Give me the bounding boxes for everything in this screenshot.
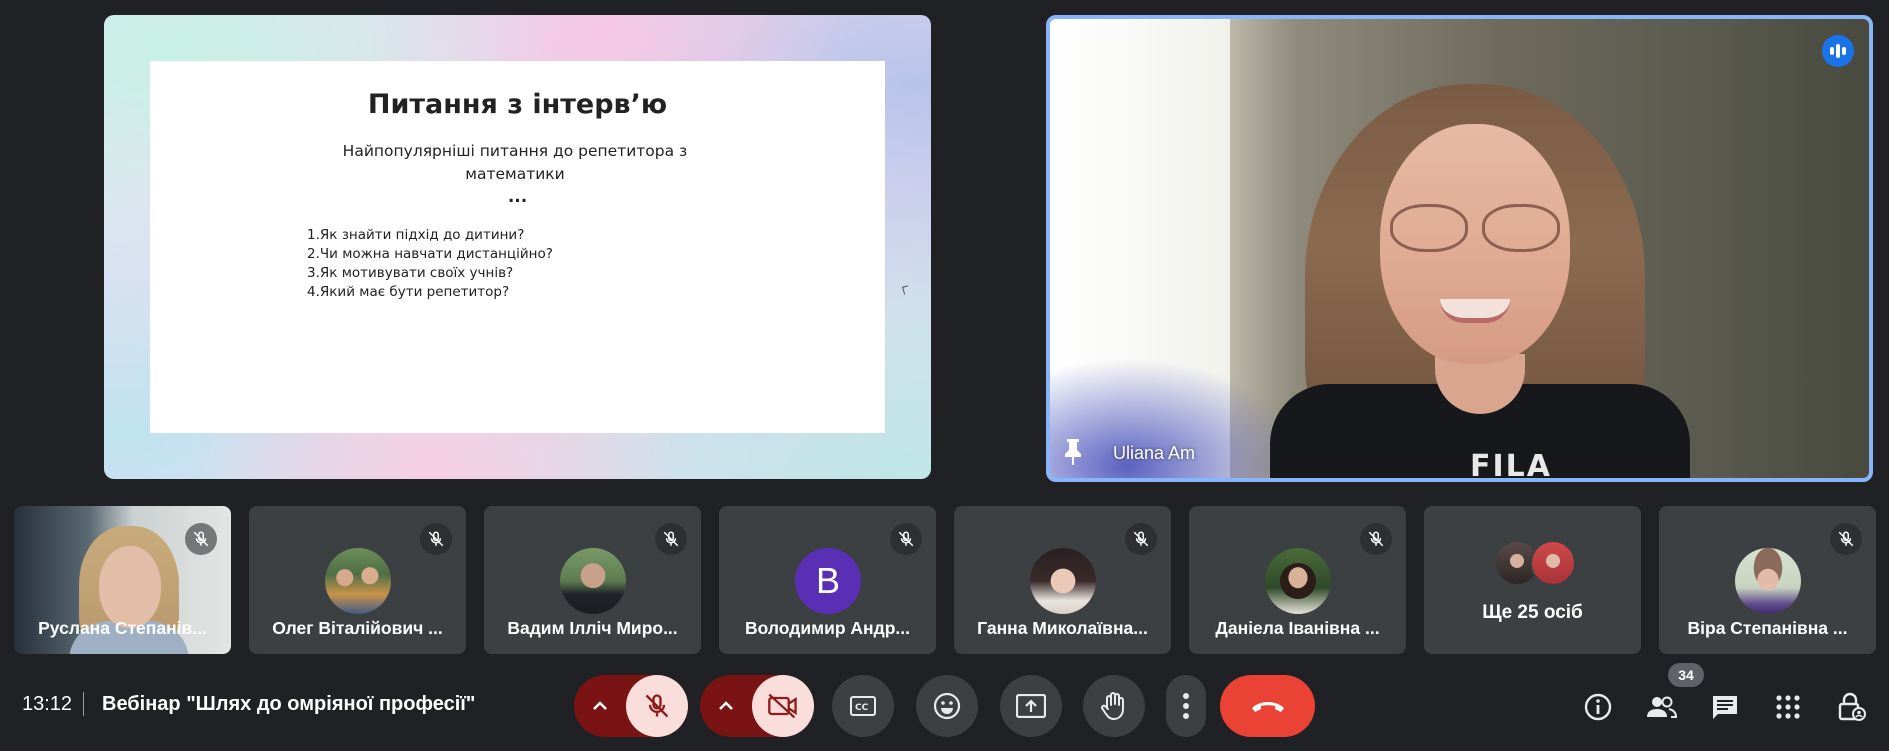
participant-avatar: [1265, 548, 1331, 614]
participant-name: Віра Степанівна ...: [1687, 618, 1848, 638]
participant-tile[interactable]: Віра Степанівна ...: [1659, 506, 1876, 654]
participant-tile[interactable]: Вадим Ілліч Миро...: [484, 506, 701, 654]
people-icon: [1647, 696, 1677, 718]
camera-toggle-button[interactable]: [752, 675, 814, 737]
speaker-video-tile[interactable]: FILA: [1046, 15, 1873, 482]
chat-button[interactable]: [1708, 690, 1742, 724]
mic-off-icon: [420, 523, 452, 555]
slide-question-item: 1.Як знайти підхід до дитини?: [307, 227, 525, 243]
people-count-badge: 34: [1668, 663, 1704, 687]
leave-call-button[interactable]: [1220, 675, 1315, 737]
captions-button[interactable]: CC: [832, 675, 894, 737]
participant-tile[interactable]: Даніела Іванівна ...: [1189, 506, 1406, 654]
audio-settings-button[interactable]: [574, 675, 626, 737]
participant-name: Ганна Миколаївна...: [977, 618, 1148, 638]
slide-ellipsis: ...: [507, 187, 528, 207]
camera-control-group: [700, 675, 814, 737]
speaker-video: [1270, 84, 1690, 478]
participant-tile[interactable]: Руслана Степанів...: [14, 506, 231, 654]
meeting-title: Вебінар "Шлях до омріяної професії": [102, 693, 476, 715]
mic-off-icon: [1125, 523, 1157, 555]
more-participants-avatars: [1494, 540, 1580, 586]
participant-name: Даніела Іванівна ...: [1215, 618, 1380, 638]
mic-off-icon: [1830, 523, 1862, 555]
mic-off-icon: [655, 523, 687, 555]
svg-text:CC: CC: [855, 703, 869, 713]
chevron-up-icon: [719, 701, 733, 710]
meeting-clock: 13:12: [22, 693, 73, 715]
shirt-logo: FILA: [1470, 449, 1552, 482]
apps-grid-icon: [1776, 695, 1800, 719]
captions-icon: CC: [850, 696, 876, 716]
chat-icon: [1713, 696, 1737, 719]
presentation-tile[interactable]: Питання з інтерв’ю Найпопулярніші питанн…: [104, 15, 931, 479]
present-screen-button[interactable]: [1000, 675, 1062, 737]
slide-question-item: 2.Чи можна навчати дистанційно?: [307, 246, 553, 262]
participant-name: Вадим Ілліч Миро...: [507, 618, 678, 638]
activities-button[interactable]: [1771, 690, 1805, 724]
participant-tile[interactable]: B Володимир Андр...: [719, 506, 936, 654]
slide-page: Питання з інтерв’ю Найпопулярніші питанн…: [150, 61, 885, 433]
lock-person-icon: [1838, 692, 1866, 721]
meeting-details-button[interactable]: [1581, 690, 1615, 724]
participant-avatar: [1735, 548, 1801, 614]
microphone-control-group: [574, 675, 688, 737]
participant-name: Олег Віталійович ...: [272, 618, 443, 638]
raise-hand-icon: [1101, 692, 1124, 721]
slide-question-list: 1.Як знайти підхід до дитини? 2.Чи можна…: [307, 226, 553, 302]
more-participants-tile[interactable]: Ще 25 осіб: [1424, 506, 1641, 654]
camera-off-icon: [768, 693, 797, 719]
mic-toggle-button[interactable]: [626, 675, 688, 737]
mic-off-icon: [645, 694, 669, 718]
mic-off-icon: [185, 523, 217, 555]
present-icon: [1016, 694, 1046, 718]
info-icon: [1584, 693, 1612, 721]
slide-question-item: 4.Який має бути репетитор?: [307, 284, 510, 300]
mic-off-icon: [1360, 523, 1392, 555]
participant-avatar: [560, 548, 626, 614]
more-participants-label: Ще 25 осіб: [1482, 602, 1583, 623]
host-controls-button[interactable]: [1834, 690, 1868, 724]
participant-avatar: [325, 548, 391, 614]
video-settings-button[interactable]: [700, 675, 752, 737]
call-end-icon: [1251, 702, 1284, 712]
slide-question-item: 3.Як мотивувати своїх учнів?: [307, 265, 514, 281]
emoji-icon: [933, 692, 961, 720]
participant-letter-avatar: B: [795, 548, 861, 614]
audio-level-icon: [1822, 35, 1854, 67]
participant-name: Володимир Андр...: [745, 618, 910, 638]
participant-tile[interactable]: Олег Віталійович ...: [249, 506, 466, 654]
speaker-name: Uliana Am: [1113, 443, 1196, 463]
slide-subtitle: Найпопулярніші питання до репетитора з м…: [342, 142, 688, 183]
raise-hand-button[interactable]: [1083, 675, 1145, 737]
participant-tile[interactable]: Ганна Миколаївна...: [954, 506, 1171, 654]
participant-name: Руслана Степанів...: [38, 618, 207, 638]
pin-icon[interactable]: [1060, 437, 1086, 467]
divider: [83, 692, 84, 716]
more-options-button[interactable]: [1166, 675, 1206, 737]
people-button[interactable]: [1644, 690, 1678, 724]
chevron-up-icon: [593, 701, 607, 710]
emoji-reaction-button[interactable]: [916, 675, 978, 737]
mic-off-icon: [890, 523, 922, 555]
more-vert-icon: [1183, 693, 1189, 719]
slide-title: Питання з інтерв’ю: [367, 89, 668, 120]
participant-avatar: [1030, 548, 1096, 614]
